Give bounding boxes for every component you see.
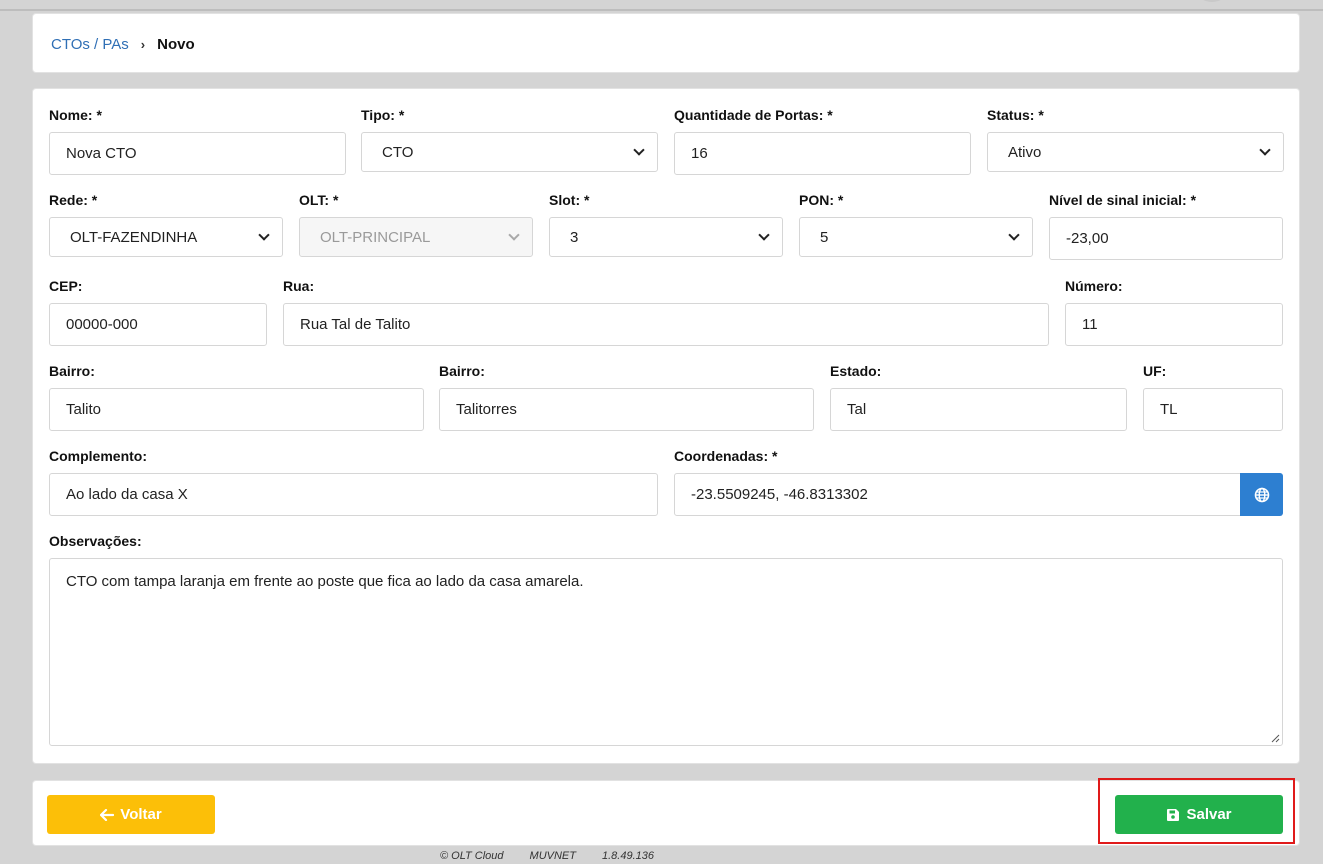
status-label: Status: *	[987, 107, 1044, 123]
globe-icon	[1254, 487, 1269, 502]
portas-label: Quantidade de Portas: *	[674, 107, 833, 123]
app-footer: © OLT Cloud MUVNET 1.8.49.136	[440, 850, 654, 862]
nome-label: Nome: *	[49, 107, 102, 123]
uf-input[interactable]: TL	[1143, 388, 1283, 431]
observacoes-textarea[interactable]: CTO com tampa laranja em frente ao poste…	[49, 558, 1283, 746]
rede-label: Rede: *	[49, 192, 98, 208]
chevron-down-icon	[1008, 229, 1020, 241]
pon-label: PON: *	[799, 192, 844, 208]
breadcrumb-current: Novo	[157, 36, 195, 53]
cep-input[interactable]: 00000-000	[49, 303, 267, 346]
coordenadas-label: Coordenadas: *	[674, 448, 778, 464]
map-picker-button[interactable]	[1240, 473, 1283, 516]
back-button-label: Voltar	[120, 806, 162, 823]
bairro-input[interactable]: Talito	[49, 388, 424, 431]
uf-label: UF:	[1143, 363, 1167, 379]
olt-value: OLT-PRINCIPAL	[320, 228, 431, 246]
numero-value: 11	[1082, 316, 1098, 333]
complemento-label: Complemento:	[49, 448, 147, 464]
coordenadas-input[interactable]: -23.5509245, -46.8313302	[674, 473, 1241, 516]
numero-input[interactable]: 11	[1065, 303, 1283, 346]
back-button[interactable]: Voltar	[47, 795, 215, 834]
slot-select[interactable]: 3	[549, 217, 783, 257]
sinal-label: Nível de sinal inicial: *	[1049, 192, 1197, 208]
observacoes-value: CTO com tampa laranja em frente ao poste…	[66, 573, 584, 590]
arrow-left-icon	[100, 808, 115, 821]
portas-input[interactable]: 16	[674, 132, 971, 175]
chevron-down-icon	[758, 229, 770, 241]
cep-label: CEP:	[49, 278, 83, 294]
chevron-down-icon	[258, 229, 270, 241]
cto-form: Nome: * Nova CTO Tipo: * CTO Quantidade …	[32, 88, 1300, 764]
numero-label: Número:	[1065, 278, 1123, 294]
status-value: Ativo	[1008, 143, 1042, 161]
olt-label: OLT: *	[299, 192, 339, 208]
chevron-down-icon	[1259, 144, 1271, 156]
nome-value: Nova CTO	[66, 145, 137, 162]
slot-label: Slot: *	[549, 192, 590, 208]
sinal-input[interactable]: -23,00	[1049, 217, 1283, 260]
sinal-value: -23,00	[1066, 230, 1109, 247]
bairro-label: Bairro:	[49, 363, 95, 379]
bairro2-value: Talitorres	[456, 401, 517, 418]
breadcrumb-parent-link[interactable]: CTOs / PAs	[51, 36, 129, 53]
tipo-label: Tipo: *	[361, 107, 405, 123]
rede-select[interactable]: OLT-FAZENDINHA	[49, 217, 283, 257]
resize-handle-icon[interactable]	[1270, 733, 1280, 743]
estado-value: Tal	[847, 401, 867, 418]
rede-value: OLT-FAZENDINHA	[70, 228, 198, 246]
save-highlight-box	[1098, 778, 1295, 844]
complemento-input[interactable]: Ao lado da casa X	[49, 473, 658, 516]
rua-label: Rua:	[283, 278, 315, 294]
complemento-value: Ao lado da casa X	[66, 486, 188, 503]
footer-company: MUVNET	[529, 850, 576, 862]
estado-label: Estado:	[830, 363, 882, 379]
breadcrumb: CTOs / PAs › Novo	[51, 36, 195, 53]
estado-input[interactable]: Tal	[830, 388, 1127, 431]
bairro-value: Talito	[66, 401, 102, 418]
bairro2-input[interactable]: Talitorres	[439, 388, 814, 431]
nome-input[interactable]: Nova CTO	[49, 132, 346, 175]
tipo-select[interactable]: CTO	[361, 132, 658, 172]
uf-value: TL	[1160, 401, 1178, 418]
pon-select[interactable]: 5	[799, 217, 1033, 257]
portas-value: 16	[691, 145, 708, 162]
breadcrumb-card: CTOs / PAs › Novo	[32, 13, 1300, 73]
bairro2-label: Bairro:	[439, 363, 485, 379]
breadcrumb-separator: ›	[140, 37, 146, 52]
slot-value: 3	[570, 228, 579, 246]
cep-value: 00000-000	[66, 316, 138, 333]
olt-select: OLT-PRINCIPAL	[299, 217, 533, 257]
coordenadas-value: -23.5509245, -46.8313302	[691, 486, 868, 503]
footer-version: 1.8.49.136	[602, 850, 654, 862]
chevron-down-icon	[508, 229, 520, 241]
rua-input[interactable]: Rua Tal de Talito	[283, 303, 1049, 346]
top-bar	[0, 0, 1323, 11]
pon-value: 5	[820, 228, 829, 246]
footer-copyright: © OLT Cloud	[440, 850, 504, 862]
status-select[interactable]: Ativo	[987, 132, 1284, 172]
tipo-value: CTO	[382, 143, 414, 161]
chevron-down-icon	[633, 144, 645, 156]
rua-value: Rua Tal de Talito	[300, 316, 411, 333]
observacoes-label: Observações:	[49, 533, 142, 549]
